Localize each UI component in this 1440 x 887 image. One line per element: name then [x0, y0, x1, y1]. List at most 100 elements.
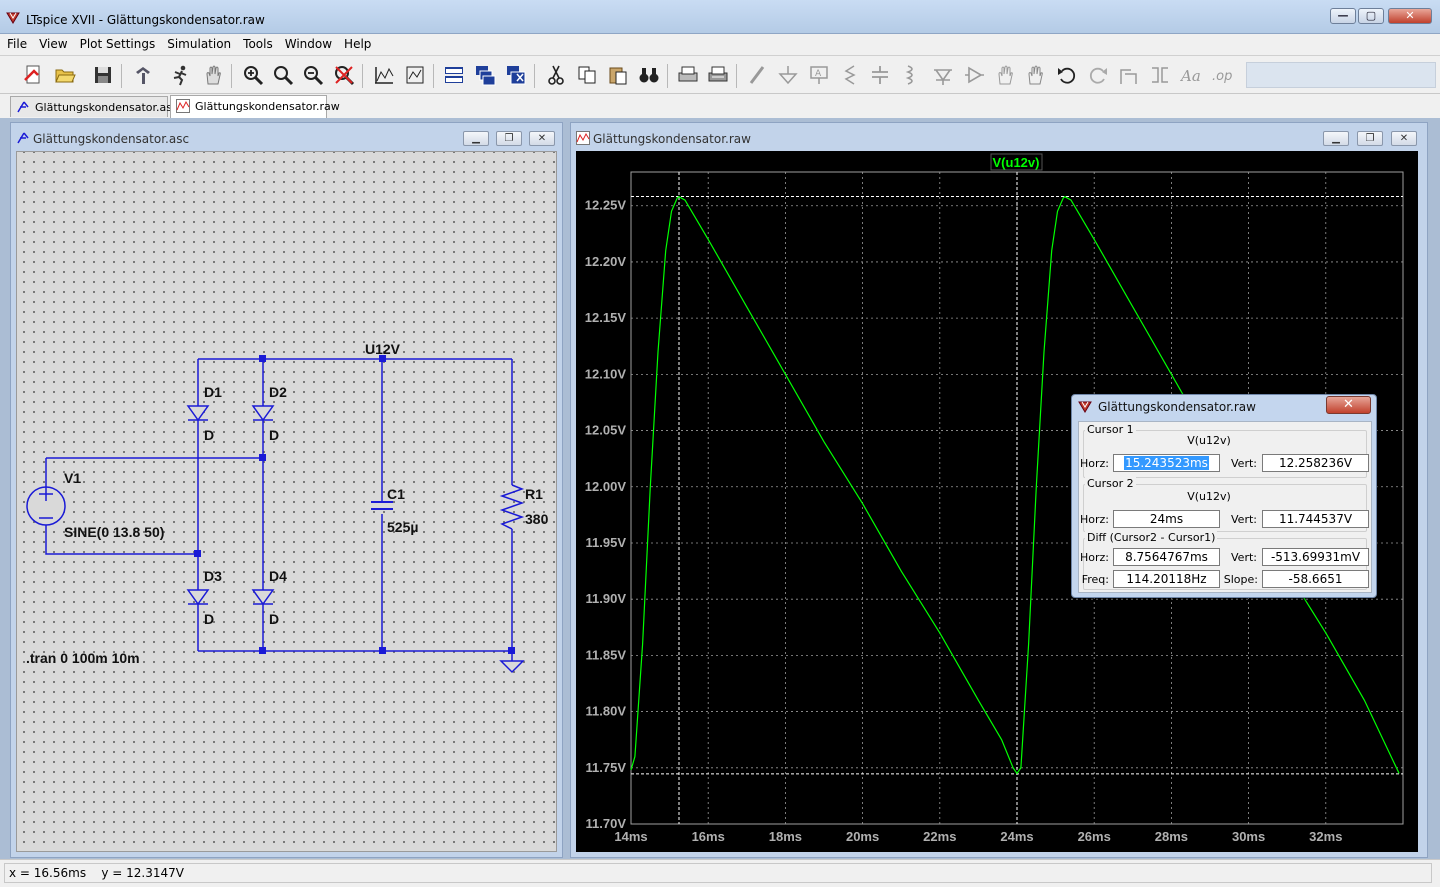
waveform-close-button[interactable]: ✕ — [1391, 131, 1417, 146]
menu-plot-settings[interactable]: Plot Settings — [73, 34, 161, 51]
new-schematic-icon[interactable] — [20, 62, 46, 88]
copy-icon[interactable] — [574, 62, 600, 88]
ltspice-window: LTspice XVII - Glättungskondensator.raw … — [0, 0, 1440, 887]
rotate-icon[interactable] — [1116, 62, 1142, 88]
redo-icon[interactable] — [1085, 62, 1111, 88]
ltspice-app-icon — [6, 12, 20, 24]
wire-icon[interactable] — [745, 62, 771, 88]
cursor2-horz-field[interactable]: 24ms — [1113, 510, 1220, 528]
svg-text:Aa: Aa — [1180, 67, 1201, 85]
menu-help[interactable]: Help — [337, 34, 376, 51]
cursor1-vert-field[interactable]: 12.258236V — [1262, 454, 1369, 472]
cursor-dialog-close-button[interactable]: ✕ — [1326, 396, 1371, 414]
print-icon[interactable] — [675, 62, 701, 88]
tab-waveform[interactable]: Glättungskondensator.raw — [170, 95, 340, 118]
d4-value: D — [269, 611, 279, 627]
resistor-icon[interactable] — [837, 62, 863, 88]
ground-icon[interactable] — [775, 62, 801, 88]
zoom-cancel-icon[interactable] — [331, 62, 357, 88]
schematic-minimize-button[interactable]: ▁ — [463, 131, 489, 146]
d1-value: D — [204, 427, 214, 443]
zoom-in-icon[interactable] — [240, 62, 266, 88]
control-panel-icon[interactable] — [130, 62, 156, 88]
inductor-icon[interactable] — [898, 62, 924, 88]
schematic-restore-button[interactable]: ❐ — [496, 131, 522, 146]
cursor2-horz-label: Horz: — [1079, 513, 1109, 526]
x-tick-label: 26ms — [1078, 829, 1111, 844]
menu-window[interactable]: Window — [278, 34, 337, 51]
tile-horizontal-icon[interactable] — [441, 62, 467, 88]
capacitor-icon[interactable] — [867, 62, 893, 88]
x-tick-label: 18ms — [769, 829, 802, 844]
maximize-button[interactable]: ▢ — [1358, 8, 1384, 24]
cursor2-signal: V(u12v) — [1187, 490, 1231, 503]
close-all-icon[interactable] — [503, 62, 529, 88]
tab-schematic[interactable]: Glättungskondensator.asc — [10, 96, 178, 117]
open-icon[interactable] — [52, 62, 78, 88]
cursor2-vert-field[interactable]: 11.744537V — [1262, 510, 1369, 528]
y-tick-label: 12.20V — [585, 254, 627, 269]
diff-freq-field[interactable]: 114.20118Hz — [1113, 570, 1220, 588]
cascade-icon[interactable] — [472, 62, 498, 88]
y-tick-labels: 11.70V11.75V11.80V11.85V11.90V11.95V12.0… — [585, 198, 627, 831]
diff-label: Diff (Cursor2 - Cursor1) — [1085, 531, 1218, 544]
cursor1-horz-field[interactable]: 15.243523ms — [1113, 454, 1220, 472]
spice-directive-icon[interactable]: .op — [1209, 62, 1235, 88]
print-setup-icon[interactable] — [705, 62, 731, 88]
cursor1-label: Cursor 1 — [1085, 423, 1136, 436]
halt-icon[interactable] — [200, 62, 226, 88]
d3-name: D3 — [204, 568, 222, 584]
label-net-icon[interactable]: A — [806, 62, 832, 88]
schematic-close-button[interactable]: ✕ — [529, 131, 555, 146]
zoom-out-icon[interactable] — [300, 62, 326, 88]
ltspice-app-icon — [1078, 401, 1092, 413]
diff-vert-field[interactable]: -513.69931mV — [1262, 548, 1369, 566]
y-tick-label: 11.95V — [586, 535, 627, 550]
diff-horz-field[interactable]: 8.7564767ms — [1113, 548, 1220, 566]
zoom-full-icon[interactable] — [270, 62, 296, 88]
paste-icon[interactable] — [605, 62, 631, 88]
v1-value: SINE(0 13.8 50) — [64, 524, 164, 540]
mirror-icon[interactable] — [1147, 62, 1173, 88]
cursor1-signal: V(u12v) — [1187, 434, 1231, 447]
waveform-restore-button[interactable]: ❐ — [1357, 131, 1383, 146]
y-tick-label: 12.10V — [585, 366, 627, 381]
move-icon[interactable] — [992, 62, 1018, 88]
waveform-minimize-button[interactable]: ▁ — [1323, 131, 1349, 146]
diode-d1 — [186, 405, 210, 422]
component-icon[interactable] — [961, 62, 987, 88]
cursor-coordinates: x = 16.56ms y = 12.3147V — [4, 863, 1432, 883]
diff-horz-label: Horz: — [1079, 551, 1109, 564]
junction — [259, 647, 266, 654]
diode-d3 — [186, 589, 210, 606]
undo-icon[interactable] — [1054, 62, 1080, 88]
junction — [379, 647, 386, 654]
find-icon[interactable] — [636, 62, 662, 88]
save-icon[interactable] — [90, 62, 116, 88]
cursor-dialog-title: Glättungskondensator.raw — [1098, 400, 1256, 414]
drag-icon[interactable] — [1022, 62, 1048, 88]
y-tick-label: 12.05V — [585, 423, 627, 438]
autorange-icon[interactable] — [371, 62, 397, 88]
cut-icon[interactable] — [543, 62, 569, 88]
y-tick-label: 12.00V — [585, 479, 627, 494]
schematic-icon — [17, 101, 29, 113]
y-tick-label: 11.85V — [586, 647, 627, 662]
text-icon[interactable]: Aa — [1178, 62, 1204, 88]
menu-view[interactable]: View — [32, 34, 72, 51]
vertical-autorange-icon[interactable] — [402, 62, 428, 88]
diff-slope-field[interactable]: -58.6651 — [1262, 570, 1369, 588]
toolbar-empty-area — [1246, 62, 1436, 88]
toolbar: A Aa .op — [0, 56, 1440, 94]
r1-name: R1 — [525, 486, 543, 502]
diode-icon[interactable] — [930, 62, 956, 88]
menu-file[interactable]: File — [0, 34, 32, 51]
svg-text:A: A — [815, 69, 822, 79]
run-simulation-icon[interactable] — [168, 62, 194, 88]
menu-tools[interactable]: Tools — [236, 34, 278, 51]
close-button[interactable]: ✕ — [1388, 8, 1432, 24]
schematic-canvas[interactable]: U12V D1 D D2 D D3 D D4 D V1 SINE(0 13.8 … — [16, 151, 557, 852]
minimize-button[interactable]: — — [1330, 8, 1356, 24]
menu-simulation[interactable]: Simulation — [160, 34, 236, 51]
window-title: LTspice XVII - Glättungskondensator.raw — [26, 13, 265, 27]
